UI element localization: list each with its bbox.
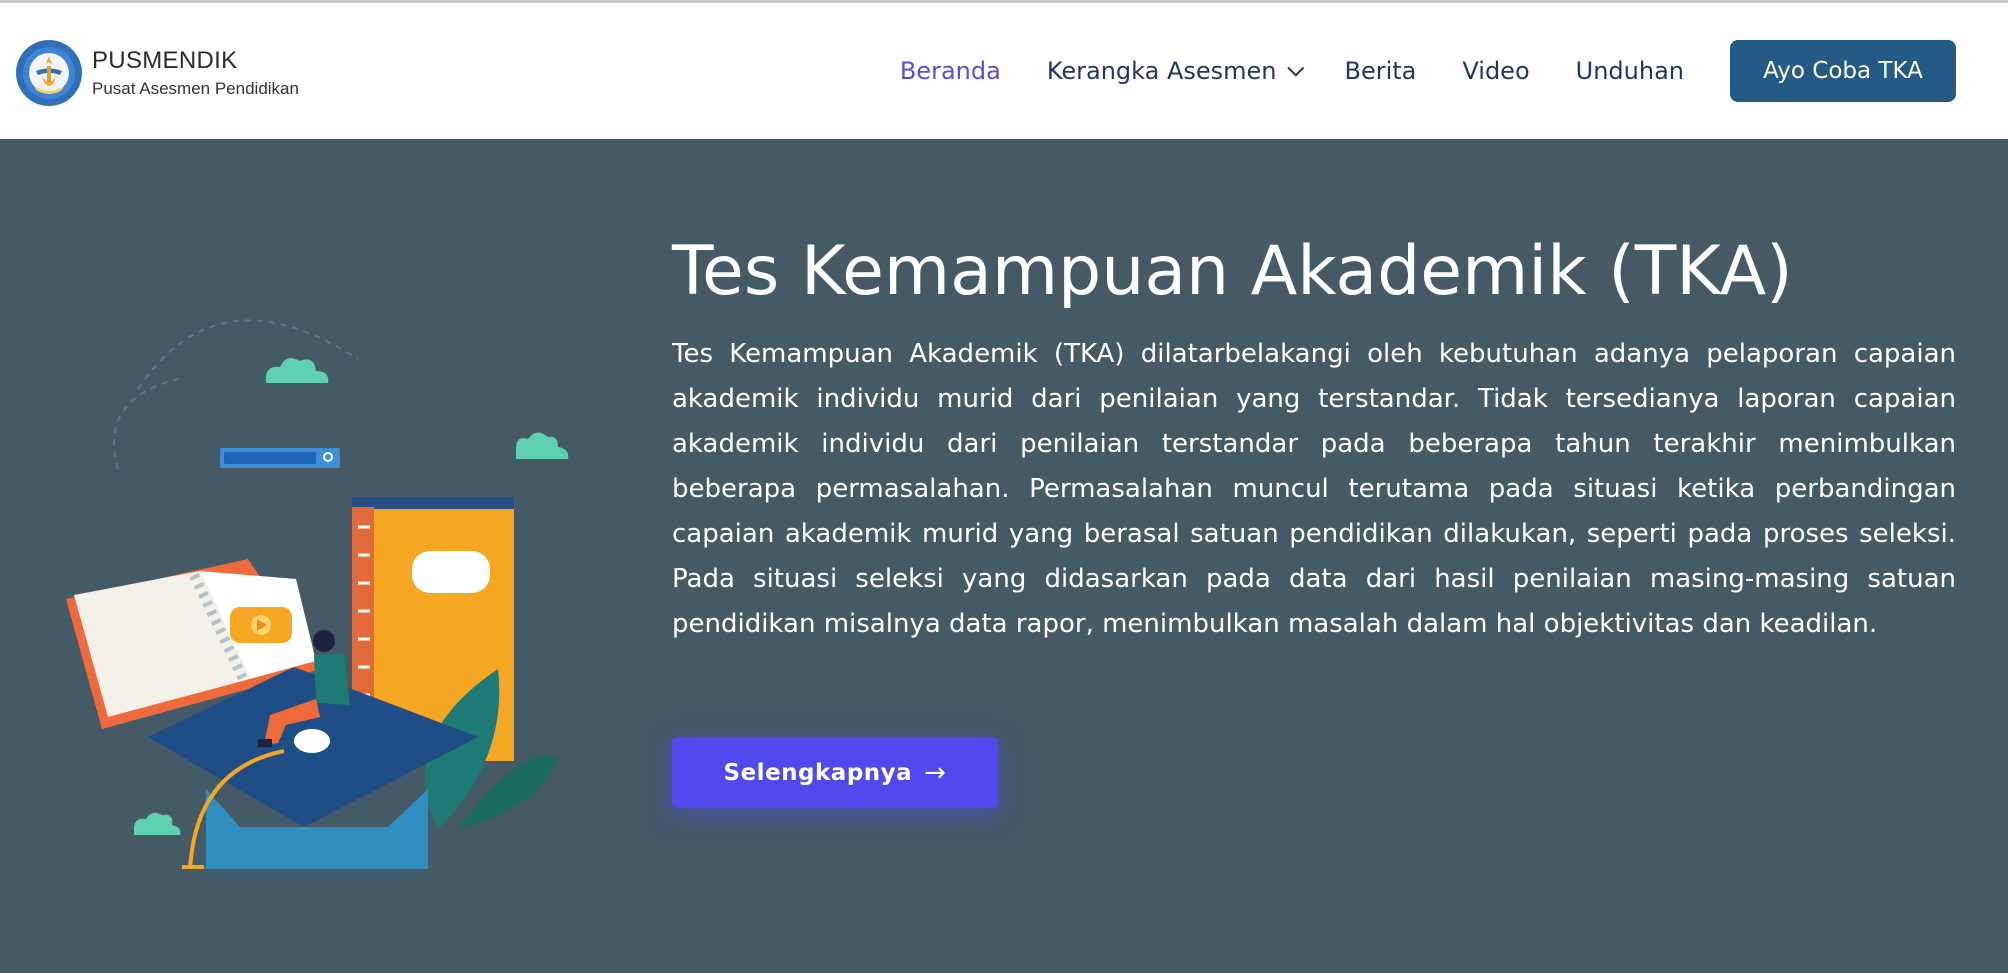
- nav-item-beranda[interactable]: Beranda: [900, 57, 1001, 85]
- nav-item-kerangka-asesmen[interactable]: Kerangka Asesmen: [1046, 57, 1304, 85]
- arrow-right-icon: →: [924, 757, 947, 788]
- hero-section: Tes Kemampuan Akademik (TKA) Tes Kemampu…: [0, 139, 2008, 973]
- chevron-down-icon: [1286, 59, 1304, 77]
- selengkapnya-label: Selengkapnya: [723, 759, 913, 786]
- education-illustration: [66, 319, 569, 869]
- hero-description: Tes Kemampuan Akademik (TKA) dilatarbela…: [672, 339, 1956, 639]
- brand-subtitle: Pusat Asesmen Pendidikan: [92, 78, 299, 98]
- nav-item-kerangka-asesmen-label: Kerangka Asesmen: [1046, 57, 1277, 85]
- nav-item-video[interactable]: Video: [1462, 57, 1529, 85]
- main-nav: Beranda Kerangka Asesmen Berita Video Un…: [900, 3, 2008, 139]
- brand-name: PUSMENDIK: [92, 46, 238, 74]
- hero-title: Tes Kemampuan Akademik (TKA): [672, 232, 1793, 311]
- brand-link[interactable]: PUSMENDIK Pusat Asesmen Pendidikan: [14, 37, 299, 109]
- selengkapnya-button[interactable]: Selengkapnya →: [672, 737, 998, 808]
- nav-item-unduhan[interactable]: Unduhan: [1576, 57, 1684, 85]
- ayo-coba-tka-button[interactable]: Ayo Coba TKA: [1730, 40, 1956, 102]
- kemendikbud-logo-icon: [16, 40, 82, 106]
- nav-item-berita[interactable]: Berita: [1345, 57, 1417, 85]
- navbar: PUSMENDIK Pusat Asesmen Pendidikan Beran…: [0, 3, 2008, 139]
